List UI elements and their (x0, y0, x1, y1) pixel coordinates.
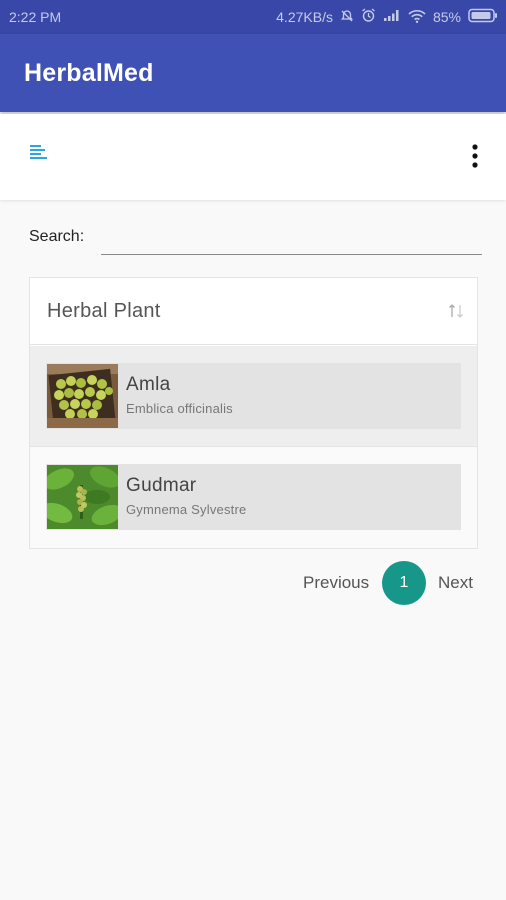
plant-name: Gudmar (126, 475, 197, 496)
next-button[interactable]: Next (438, 573, 473, 593)
search-input[interactable] (101, 224, 482, 255)
plant-scientific-name: Gymnema Sylvestre (126, 502, 247, 517)
battery-icon (468, 8, 498, 26)
plant-name: Amla (126, 374, 171, 395)
pagination: Previous 1 Next (300, 560, 480, 606)
app-bar: HerbalMed (0, 34, 506, 112)
gudmar-leaves-thumbnail (47, 465, 118, 529)
plant-card-gudmar[interactable]: Gudmar Gymnema Sylvestre (46, 464, 461, 530)
wifi-icon (408, 9, 426, 26)
mute-icon (340, 9, 354, 26)
status-time: 2:22 PM (9, 9, 62, 25)
plant-table: Herbal Plant Amla Emblica officinalis Gu… (29, 277, 478, 549)
app-title: HerbalMed (24, 58, 154, 87)
amla-fruit-thumbnail (47, 364, 118, 428)
plant-scientific-name: Emblica officinalis (126, 401, 233, 416)
sort-arrows-icon[interactable] (447, 302, 465, 320)
table-row: Gudmar Gymnema Sylvestre (30, 447, 477, 548)
plant-text: Gudmar Gymnema Sylvestre (118, 464, 246, 530)
column-header-herbal-plant: Herbal Plant (47, 299, 161, 322)
plant-card-amla[interactable]: Amla Emblica officinalis (46, 363, 461, 429)
table-header[interactable]: Herbal Plant (30, 278, 477, 345)
plant-text: Amla Emblica officinalis (118, 363, 233, 429)
page-1-button[interactable]: 1 (382, 561, 426, 605)
battery-percent: 85% (432, 9, 461, 25)
search-label: Search: (29, 228, 85, 245)
more-vert-icon[interactable] (466, 140, 484, 172)
toolbar (0, 114, 506, 200)
network-speed: 4.27KB/s (276, 9, 333, 25)
signal-icon (383, 9, 401, 25)
previous-button[interactable]: Previous (303, 573, 369, 593)
alarm-icon (361, 8, 376, 26)
status-bar: 2:22 PM 4.27KB/s 85% (0, 0, 506, 34)
menu-icon[interactable] (30, 144, 48, 162)
status-right: 4.27KB/s 85% (276, 8, 498, 26)
table-row: Amla Emblica officinalis (30, 346, 477, 447)
search-row: Search: (29, 224, 482, 256)
